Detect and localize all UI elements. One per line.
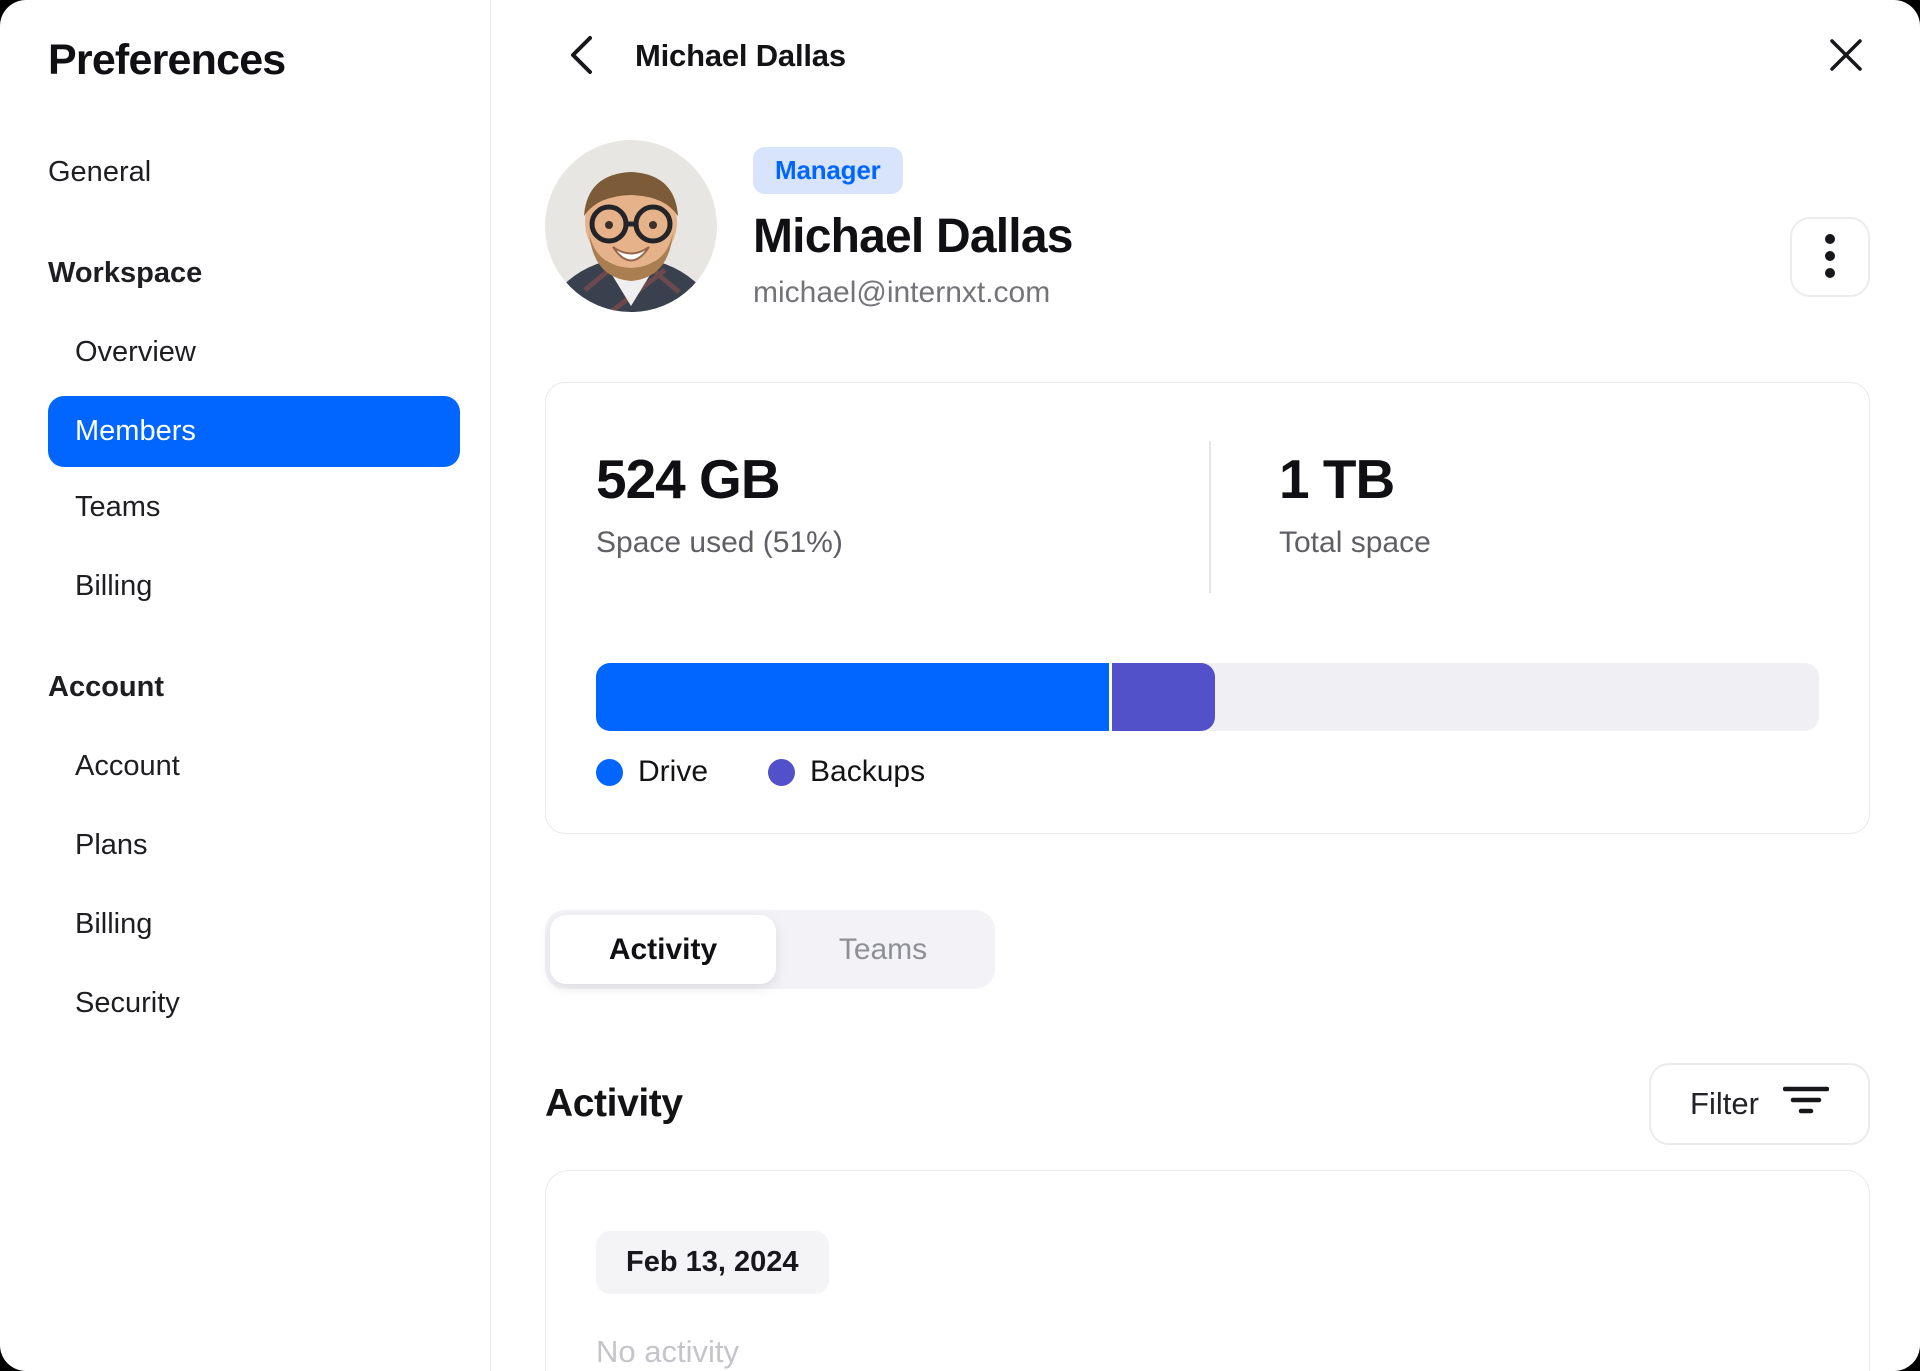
preferences-window: Preferences General Workspace Overview M… xyxy=(0,0,1920,1371)
sidebar: Preferences General Workspace Overview M… xyxy=(0,0,491,1371)
storage-card: 524 GB Space used (51%) 1 TB Total space… xyxy=(545,382,1870,834)
sidebar-section-workspace: Workspace xyxy=(48,256,203,289)
total-space-stat: 1 TB Total space xyxy=(1211,447,1431,593)
avatar xyxy=(545,140,717,312)
member-info: Manager Michael Dallas michael@internxt.… xyxy=(753,140,1073,310)
backups-dot xyxy=(768,758,796,786)
panel-title: Michael Dallas xyxy=(635,38,846,73)
filter-icon xyxy=(1782,1085,1830,1123)
sidebar-item-billing-workspace[interactable]: Billing xyxy=(48,569,460,603)
role-badge: Manager xyxy=(753,147,903,194)
sidebar-nav: General Workspace Overview Members Teams… xyxy=(48,155,460,1065)
drive-dot xyxy=(596,758,623,786)
kebab-icon xyxy=(1824,233,1836,282)
space-used-stat: 524 GB Space used (51%) xyxy=(596,447,1209,593)
close-button[interactable] xyxy=(1822,32,1870,80)
storage-legend: Drive Backups xyxy=(596,755,1819,789)
total-space-label: Total space xyxy=(1279,526,1431,559)
sidebar-item-billing-account[interactable]: Billing xyxy=(48,907,460,941)
storage-usage-bar xyxy=(596,663,1819,731)
detail-tabs: Activity Teams xyxy=(545,910,995,989)
member-profile: Manager Michael Dallas michael@internxt.… xyxy=(545,140,1870,312)
filter-button-label: Filter xyxy=(1690,1086,1759,1121)
backups-bar-segment xyxy=(1112,663,1215,731)
space-used-value: 524 GB xyxy=(596,448,781,510)
sidebar-section-account: Account xyxy=(48,670,164,703)
sidebar-item-teams[interactable]: Teams xyxy=(48,490,460,524)
sidebar-item-plans[interactable]: Plans xyxy=(48,828,460,862)
chevron-left-icon xyxy=(568,34,594,79)
space-used-label: Space used (51%) xyxy=(596,526,843,559)
tab-activity[interactable]: Activity xyxy=(550,915,776,984)
backups-label: Backups xyxy=(810,755,926,788)
drive-label: Drive xyxy=(638,755,709,788)
activity-heading: Activity xyxy=(545,1082,683,1125)
sidebar-item-overview[interactable]: Overview xyxy=(48,335,460,369)
legend-drive: Drive xyxy=(596,755,708,789)
panel-header: Michael Dallas xyxy=(545,6,1870,106)
activity-header: Activity Filter xyxy=(545,1063,1870,1145)
sidebar-item-members[interactable]: Members xyxy=(48,396,460,467)
tab-teams[interactable]: Teams xyxy=(776,915,990,984)
filter-button[interactable]: Filter xyxy=(1649,1063,1870,1145)
storage-stats: 524 GB Space used (51%) 1 TB Total space xyxy=(596,441,1819,593)
drive-bar-segment xyxy=(596,663,1113,731)
more-options-button[interactable] xyxy=(1790,217,1870,297)
total-space-value: 1 TB xyxy=(1279,448,1395,510)
no-activity-label: No activity xyxy=(596,1334,739,1369)
activity-date-chip: Feb 13, 2024 xyxy=(596,1231,829,1294)
back-button[interactable] xyxy=(557,32,605,80)
member-name: Michael Dallas xyxy=(753,210,1073,263)
close-icon xyxy=(1828,37,1864,76)
sidebar-item-general[interactable]: General xyxy=(48,155,460,189)
activity-card: Feb 13, 2024 No activity xyxy=(545,1170,1870,1371)
sidebar-item-security[interactable]: Security xyxy=(48,986,460,1020)
sidebar-item-account[interactable]: Account xyxy=(48,749,460,783)
member-detail-panel: Michael Dallas Manager Michael Dallas mi… xyxy=(491,0,1920,1371)
legend-backups: Backups xyxy=(768,755,925,789)
member-email: michael@internxt.com xyxy=(753,276,1051,309)
preferences-title: Preferences xyxy=(48,36,286,84)
